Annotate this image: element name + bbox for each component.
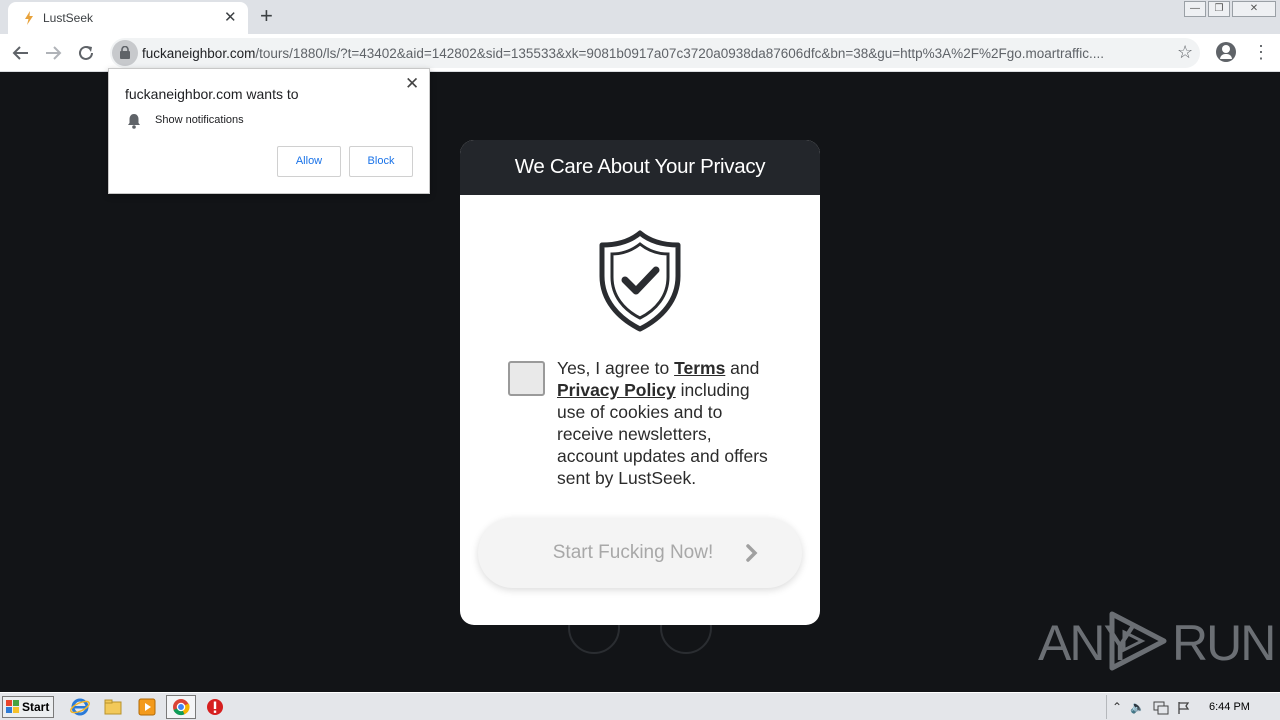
- reload-icon[interactable]: [75, 42, 97, 64]
- agree-and: and: [725, 358, 760, 378]
- tab-title: LustSeek: [43, 11, 94, 25]
- privacy-modal: We Care About Your Privacy Yes, I agree …: [460, 140, 820, 625]
- shield-check-icon: [599, 230, 681, 332]
- privacy-policy-link[interactable]: Privacy Policy: [557, 380, 676, 400]
- profile-avatar-icon[interactable]: [1216, 42, 1236, 62]
- forward-arrow-icon[interactable]: [42, 42, 64, 64]
- clock: 6:44 PM: [1209, 701, 1250, 713]
- chrome-taskbar-button[interactable]: [166, 695, 196, 719]
- taskbar: Start ⌃ 🔈 6:44 PM: [0, 692, 1280, 720]
- window-minimize-button[interactable]: —: [1184, 1, 1206, 17]
- start-button-taskbar[interactable]: Start: [2, 696, 54, 718]
- chevron-right-icon: [746, 544, 758, 562]
- agree-prefix: Yes, I agree to: [557, 358, 675, 378]
- start-button[interactable]: Start Fucking Now!: [478, 518, 802, 588]
- tab-strip: LustSeek ✕ + — ❐ ✕: [0, 0, 1280, 34]
- notification-permission-prompt: fuckaneighbor.com wants to ✕ Show notifi…: [108, 68, 430, 194]
- action-center-flag-icon[interactable]: [1177, 701, 1191, 715]
- start-label: Start: [22, 700, 50, 714]
- notification-close-icon[interactable]: ✕: [405, 74, 419, 94]
- url-path: /tours/1880/ls/?t=43402&aid=142802&sid=1…: [255, 46, 1104, 61]
- chrome-icon: [173, 699, 190, 716]
- modal-header: We Care About Your Privacy: [460, 140, 820, 195]
- notification-permission-label: Show notifications: [155, 114, 244, 126]
- tray-expand-icon[interactable]: ⌃: [1112, 700, 1122, 714]
- notification-prompt-title: fuckaneighbor.com wants to: [125, 86, 299, 102]
- address-bar[interactable]: fuckaneighbor.com/tours/1880/ls/?t=43402…: [110, 38, 1200, 68]
- url-host: fuckaneighbor.com: [142, 46, 256, 61]
- agree-text: Yes, I agree to Terms and Privacy Policy…: [557, 357, 772, 489]
- site-favicon-icon: [25, 11, 33, 25]
- internet-explorer-icon[interactable]: [70, 697, 90, 717]
- windows-flag-icon: [6, 700, 19, 713]
- watermark-run: RUN: [1172, 615, 1276, 671]
- bookmark-star-icon[interactable]: ☆: [1177, 42, 1193, 63]
- start-button-label: Start Fucking Now!: [552, 542, 714, 563]
- modal-title: We Care About Your Privacy: [514, 155, 766, 178]
- stop-sign-icon[interactable]: [205, 697, 225, 717]
- allow-button[interactable]: Allow: [277, 146, 341, 177]
- back-arrow-icon[interactable]: [10, 42, 32, 64]
- tab-lustseek[interactable]: LustSeek ✕: [8, 2, 248, 34]
- play-logo-icon: [1109, 611, 1167, 671]
- file-explorer-icon[interactable]: [103, 697, 123, 717]
- new-tab-button[interactable]: +: [260, 5, 273, 27]
- network-icon[interactable]: [1153, 701, 1169, 715]
- kebab-menu-icon[interactable]: ⋮: [1252, 42, 1270, 62]
- lock-icon[interactable]: [112, 40, 138, 66]
- terms-link[interactable]: Terms: [674, 358, 725, 378]
- window-close-button[interactable]: ✕: [1232, 1, 1276, 17]
- tab-close-icon[interactable]: ✕: [224, 10, 237, 26]
- media-player-icon[interactable]: [137, 697, 157, 717]
- url-text[interactable]: fuckaneighbor.com/tours/1880/ls/?t=43402…: [142, 46, 1164, 61]
- window-maximize-button[interactable]: ❐: [1208, 1, 1230, 17]
- bell-icon: [128, 114, 140, 129]
- block-button[interactable]: Block: [349, 146, 413, 177]
- system-tray: ⌃ 🔈 6:44 PM: [1106, 695, 1280, 719]
- browser-toolbar: fuckaneighbor.com/tours/1880/ls/?t=43402…: [0, 34, 1280, 72]
- agree-checkbox[interactable]: [508, 361, 545, 396]
- volume-icon[interactable]: 🔈: [1130, 700, 1145, 714]
